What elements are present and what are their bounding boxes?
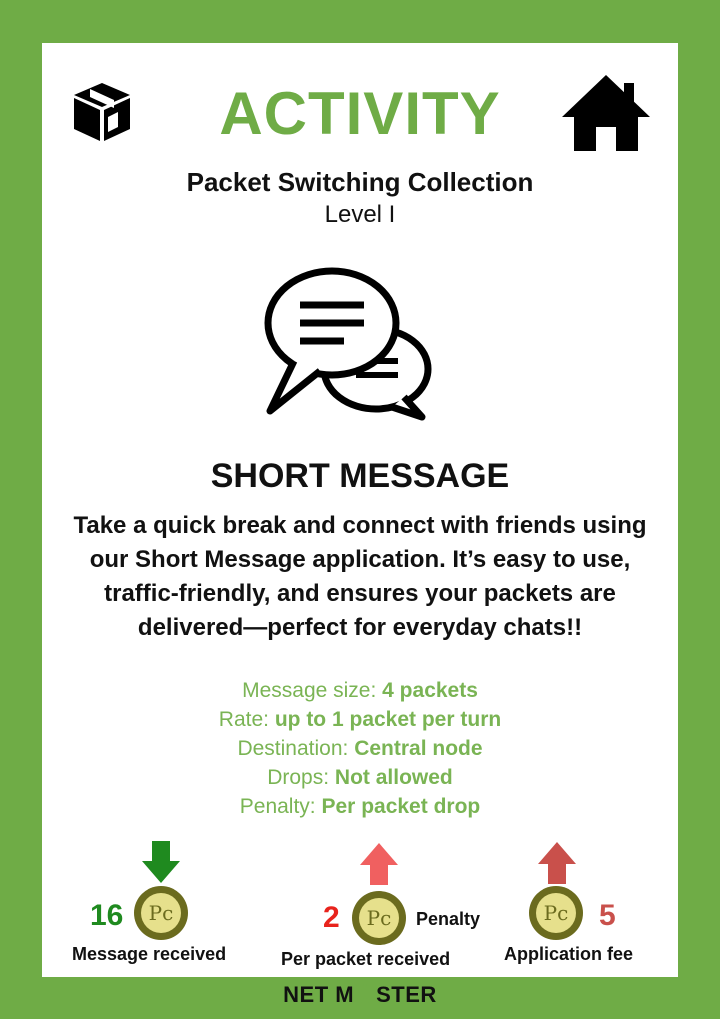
chat-bubbles-icon [264, 267, 432, 421]
svg-text:Pc: Pc [544, 901, 569, 925]
penalty-label: Per packet received [281, 949, 451, 969]
activity-description: Take a quick break and connect with frie… [73, 512, 647, 641]
svg-text:Pc: Pc [149, 901, 174, 925]
coin-icon: Pc [529, 886, 583, 940]
detail-destination: Destination: Central node [237, 737, 483, 760]
coin-icon: Pc [134, 886, 188, 940]
brand-name-end: STER [376, 982, 437, 1008]
level-label: Level I [324, 201, 396, 228]
card-title: ACTIVITY [219, 80, 501, 147]
arrow-up-icon [538, 842, 576, 884]
penalty-tag: Penalty [416, 909, 481, 929]
arrow-down-icon [142, 841, 180, 883]
antenna-a-icon [355, 983, 376, 1008]
collection-name: Packet Switching Collection [186, 167, 534, 197]
coin-icon: Pc [352, 891, 406, 945]
arrow-up-icon [360, 843, 398, 885]
activity-card: ACTIVITY Packet Switching Collection Lev… [42, 43, 678, 977]
fee-label: Application fee [504, 944, 634, 964]
detail-rate: Rate: up to 1 packet per turn [218, 708, 502, 731]
detail-penalty: Penalty: Per packet drop [239, 795, 481, 818]
brand-name-start: NET M [283, 982, 355, 1008]
reward-amount: 16 [90, 899, 124, 932]
reward-label: Message received [72, 944, 227, 964]
activity-details: Message size: 4 packets Rate: up to 1 pa… [42, 676, 678, 821]
penalty-amount: 2 [323, 901, 340, 934]
detail-message-size: Message size: 4 packets [242, 679, 478, 702]
brand-footer: NET M STER [0, 981, 720, 1008]
fee-amount: 5 [599, 899, 616, 932]
svg-text:Pc: Pc [367, 906, 392, 930]
detail-drops: Drops: Not allowed [267, 766, 453, 789]
activity-name: SHORT MESSAGE [210, 457, 510, 495]
